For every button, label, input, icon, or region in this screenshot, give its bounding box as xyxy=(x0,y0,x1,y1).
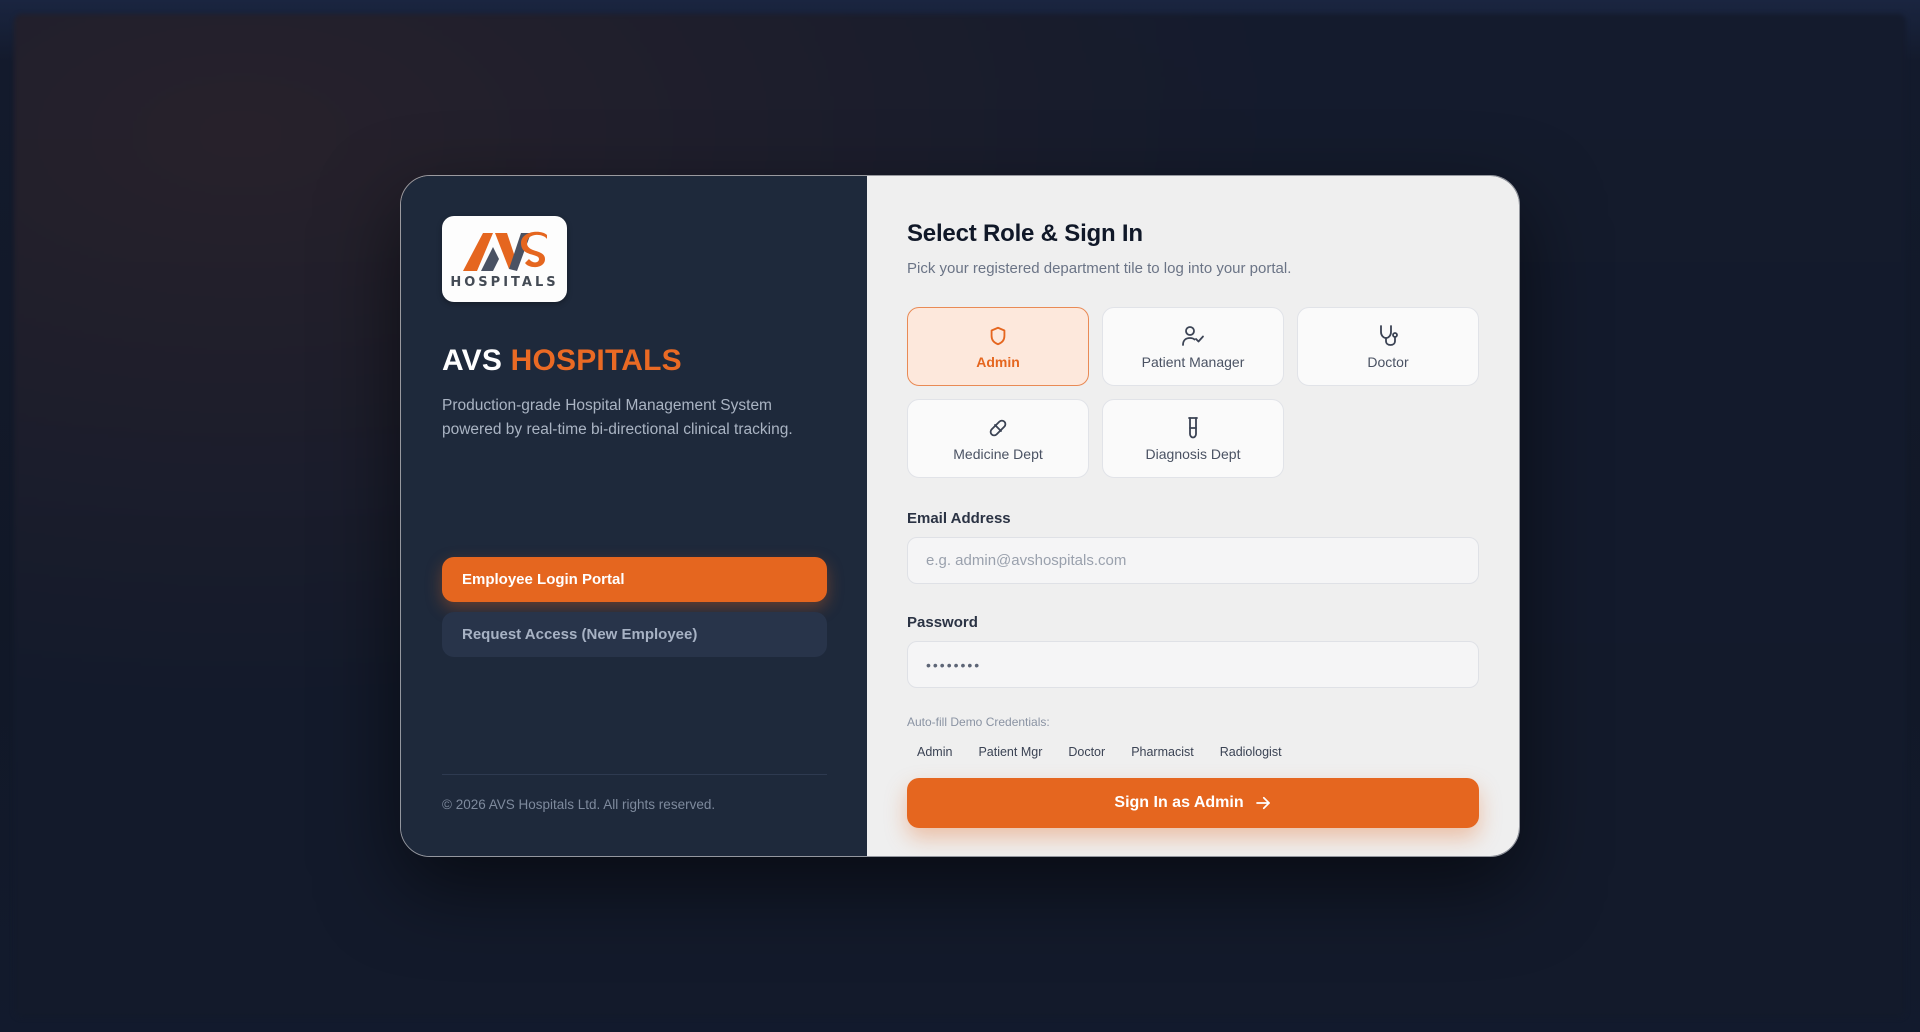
employee-login-portal-button[interactable]: Employee Login Portal xyxy=(442,557,827,602)
password-label: Password xyxy=(907,614,978,631)
pill-icon xyxy=(989,419,1007,436)
role-grid: Admin Patient Manager Doctor Medicine De… xyxy=(907,307,1479,478)
page-title: Select Role & Sign In xyxy=(907,220,1143,247)
logo-text: HOSPITALS xyxy=(450,274,559,290)
role-label: Patient Manager xyxy=(1141,353,1245,370)
demo-chip-pharmacist[interactable]: Pharmacist xyxy=(1121,741,1204,763)
shield-icon xyxy=(990,326,1006,345)
role-tile-diagnosis-dept[interactable]: Diagnosis Dept xyxy=(1102,399,1284,478)
brand-name: AVS HOSPITALS xyxy=(442,344,826,378)
login-card: HOSPITALS AVS HOSPITALS Production-grade… xyxy=(400,175,1520,857)
demo-chip-admin[interactable]: Admin xyxy=(907,741,962,763)
signin-panel: Select Role & Sign In Pick your register… xyxy=(867,176,1519,856)
page-subtitle: Pick your registered department tile to … xyxy=(907,260,1292,277)
role-tile-admin[interactable]: Admin xyxy=(907,307,1089,386)
brand-name-primary: AVS xyxy=(442,344,503,377)
role-tile-medicine-dept[interactable]: Medicine Dept xyxy=(907,399,1089,478)
sign-in-button[interactable]: Sign In as Admin xyxy=(907,778,1479,828)
request-access-button[interactable]: Request Access (New Employee) xyxy=(442,612,827,657)
brand-panel: HOSPITALS AVS HOSPITALS Production-grade… xyxy=(401,176,867,856)
avs-logo-icon xyxy=(462,231,547,271)
hospital-logo: HOSPITALS xyxy=(442,216,567,302)
test-tube-icon xyxy=(1188,416,1198,438)
demo-credentials-label: Auto-fill Demo Credentials: xyxy=(907,715,1050,729)
password-field[interactable]: •••••••• xyxy=(907,641,1479,688)
demo-chip-patient-mgr[interactable]: Patient Mgr xyxy=(968,741,1052,763)
sign-in-label: Sign In as Admin xyxy=(1114,794,1244,811)
role-label: Doctor xyxy=(1367,353,1409,370)
role-tile-doctor[interactable]: Doctor xyxy=(1297,307,1479,386)
email-field[interactable]: e.g. admin@avshospitals.com xyxy=(907,537,1479,584)
arrow-right-icon xyxy=(1255,796,1270,810)
email-label: Email Address xyxy=(907,510,1011,527)
role-tile-patient-manager[interactable]: Patient Manager xyxy=(1102,307,1284,386)
user-check-icon xyxy=(1182,325,1204,346)
demo-chip-doctor[interactable]: Doctor xyxy=(1058,741,1115,763)
stethoscope-icon xyxy=(1380,324,1398,346)
role-label: Diagnosis Dept xyxy=(1145,445,1241,462)
brand-tagline: Production-grade Hospital Management Sys… xyxy=(442,397,793,438)
divider xyxy=(442,774,827,775)
demo-credentials-chips: Admin Patient Mgr Doctor Pharmacist Radi… xyxy=(907,741,1479,763)
role-label: Medicine Dept xyxy=(953,445,1043,462)
demo-chip-radiologist[interactable]: Radiologist xyxy=(1210,741,1292,763)
role-label: Admin xyxy=(976,353,1020,370)
copyright-text: © 2026 AVS Hospitals Ltd. All rights res… xyxy=(442,797,716,812)
brand-name-accent: HOSPITALS xyxy=(510,344,682,377)
